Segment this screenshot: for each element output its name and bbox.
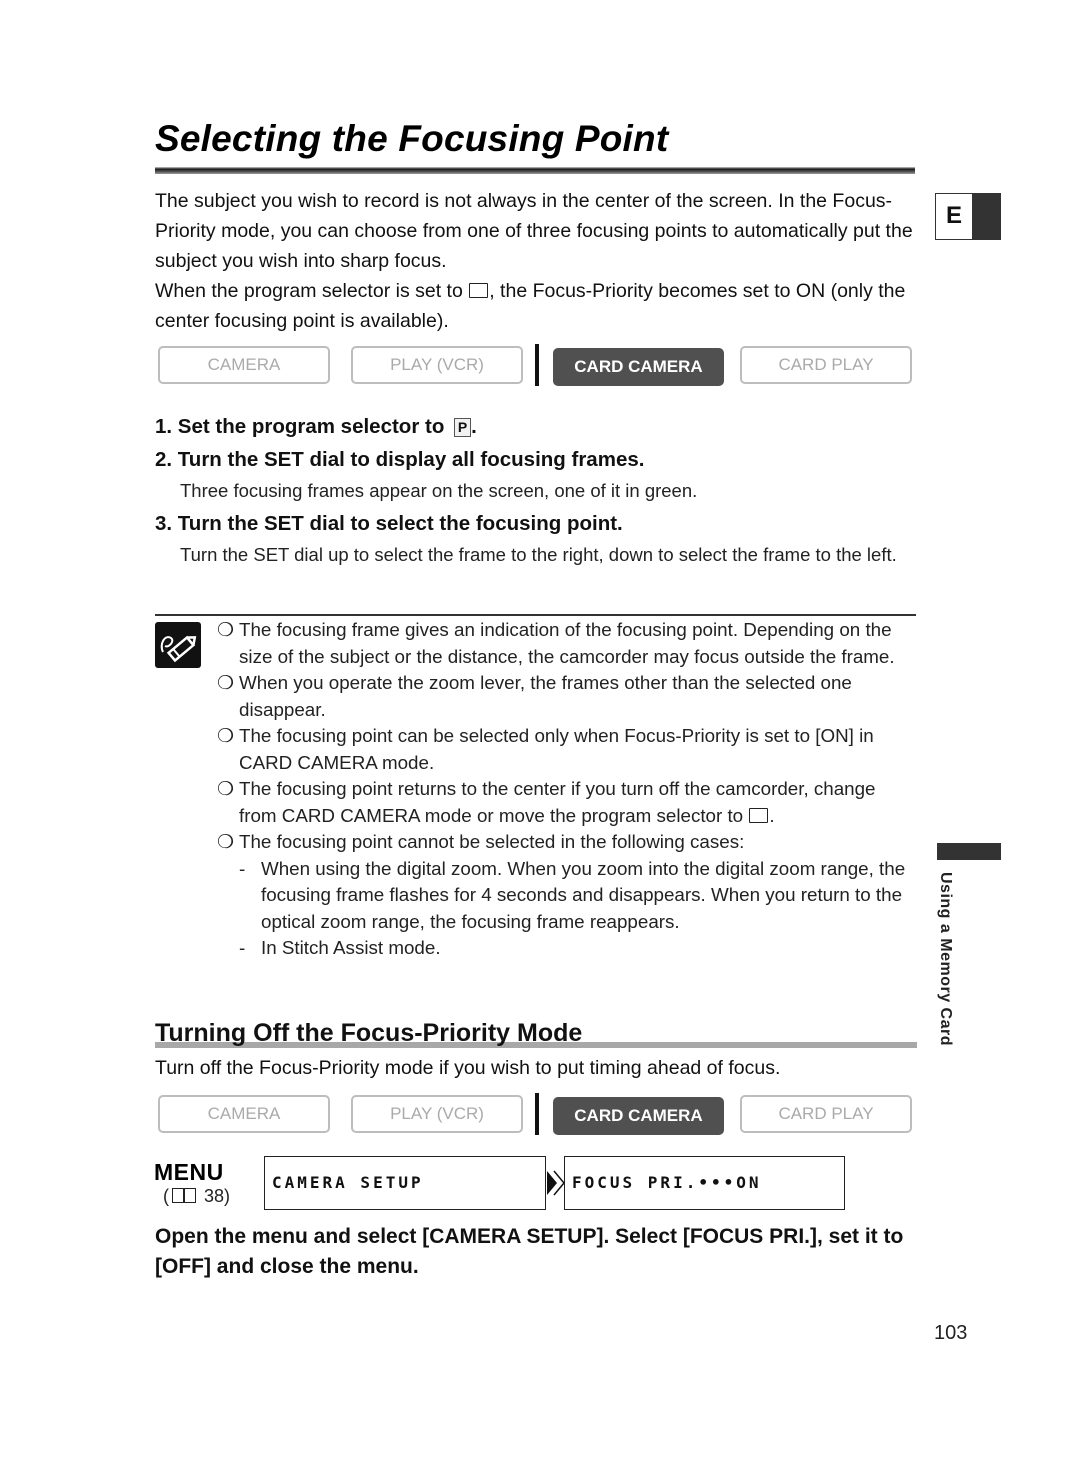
notes-divider <box>155 614 916 616</box>
mode-camera: CAMERA <box>158 346 330 384</box>
step-2-heading: 2. Turn the SET dial to display all focu… <box>155 448 645 471</box>
menu-label: MENU <box>154 1159 224 1185</box>
pencil-note-icon <box>155 622 201 668</box>
note-item: ❍ The focusing point returns to the cente… <box>217 776 917 829</box>
mode-card-camera-active: CARD CAMERA <box>553 1097 724 1135</box>
intro-paragraph-2-start: When the program selector is set to <box>155 280 469 302</box>
subitem-text: When using the digital zoom. When you zo… <box>261 857 906 932</box>
note-item: ❍ The focusing frame gives an indication … <box>217 617 917 670</box>
step-1-heading: 1. Set the program selector to P. <box>155 410 925 443</box>
program-p-icon: P <box>454 418 472 437</box>
intro-text: The subject you wish to record is not al… <box>155 186 920 336</box>
auto-mode-box-icon <box>469 283 489 298</box>
side-section-label: Using a Memory Card <box>937 872 954 1046</box>
note-bullet: ❍ <box>217 725 234 746</box>
note-text: The focusing point can be selected only … <box>239 725 874 773</box>
subitem-text: In Stitch Assist mode. <box>261 937 441 958</box>
menu-page-reference: ( 38) <box>163 1186 230 1207</box>
language-tab: E <box>935 193 1001 240</box>
mode-card-camera-active: CARD CAMERA <box>553 348 724 386</box>
page-number: 103 <box>934 1322 968 1344</box>
subitem-dash: - <box>239 857 246 879</box>
note-item: ❍ When you operate the zoom lever, the fr… <box>217 670 917 723</box>
page-title: Selecting the Focusing Point <box>155 118 669 159</box>
mode-play-vcr: PLAY (VCR) <box>351 346 523 384</box>
step-1-period: . <box>471 415 477 438</box>
menu-screen-camera-setup: CAMERA SETUP <box>264 1156 546 1210</box>
mode-separator <box>535 344 539 386</box>
subitem-dash: - <box>239 937 246 958</box>
language-tab-letter: E <box>935 193 973 240</box>
language-tab-block <box>973 193 1001 240</box>
menu-screen-focus-pri: FOCUS PRI.•••ON <box>564 1156 845 1210</box>
title-underline <box>155 167 915 174</box>
note-subitem: - When using the digital zoom. When you z… <box>217 856 917 936</box>
mode-bar-top: CAMERA PLAY (VCR) CARD CAMERA CARD PLAY <box>158 344 914 386</box>
mode-play-vcr: PLAY (VCR) <box>351 1095 523 1133</box>
note-bullet: ❍ <box>217 672 234 693</box>
note-bullet: ❍ <box>217 778 234 799</box>
note-text: When you operate the zoom lever, the fra… <box>239 672 852 720</box>
step-3-heading: 3. Turn the SET dial to select the focus… <box>155 512 623 535</box>
note-bullet: ❍ <box>217 619 234 640</box>
mode-card-play: CARD PLAY <box>740 1095 912 1133</box>
step-1-text: 1. Set the program selector to <box>155 415 451 438</box>
note-item: ❍ The focusing point can be selected only… <box>217 723 917 776</box>
intro-paragraph-1: The subject you wish to record is not al… <box>155 190 913 272</box>
notes-list: ❍ The focusing frame gives an indication … <box>217 617 917 962</box>
final-instruction: Open the menu and select [CAMERA SETUP].… <box>155 1225 904 1278</box>
mode-card-play: CARD PLAY <box>740 346 912 384</box>
mode-bar-bottom: CAMERA PLAY (VCR) CARD CAMERA CARD PLAY <box>158 1093 914 1135</box>
book-icon <box>172 1188 196 1203</box>
note-bullet: ❍ <box>217 831 234 852</box>
mode-separator <box>535 1093 539 1135</box>
note-item: ❍ The focusing point cannot be selected i… <box>217 829 917 856</box>
note-text: The focusing point returns to the center… <box>239 778 876 826</box>
section-intro: Turn off the Focus-Priority mode if you … <box>155 1057 781 1079</box>
section-title: Turning Off the Focus-Priority Mode <box>155 1019 583 1047</box>
note-text: The focusing point cannot be selected in… <box>239 831 745 852</box>
step-3-detail: Turn the SET dial up to select the frame… <box>180 544 897 565</box>
steps-list: 1. Set the program selector to P. 2. Tur… <box>155 410 925 571</box>
ref-page-number: 38) <box>199 1186 231 1206</box>
intro-paragraph-2: When the program selector is set to , th… <box>155 276 920 336</box>
chevron-right-icon <box>547 1170 565 1196</box>
note-text: The focusing frame gives an indication o… <box>239 619 895 667</box>
note-subitem: - In Stitch Assist mode. <box>217 935 917 962</box>
mode-camera: CAMERA <box>158 1095 330 1133</box>
note-text-end: . <box>769 804 775 826</box>
ref-open-paren: ( <box>163 1186 169 1206</box>
side-tab-block <box>937 843 1001 860</box>
auto-mode-box-icon <box>749 807 769 823</box>
step-2-detail: Three focusing frames appear on the scre… <box>180 480 698 501</box>
